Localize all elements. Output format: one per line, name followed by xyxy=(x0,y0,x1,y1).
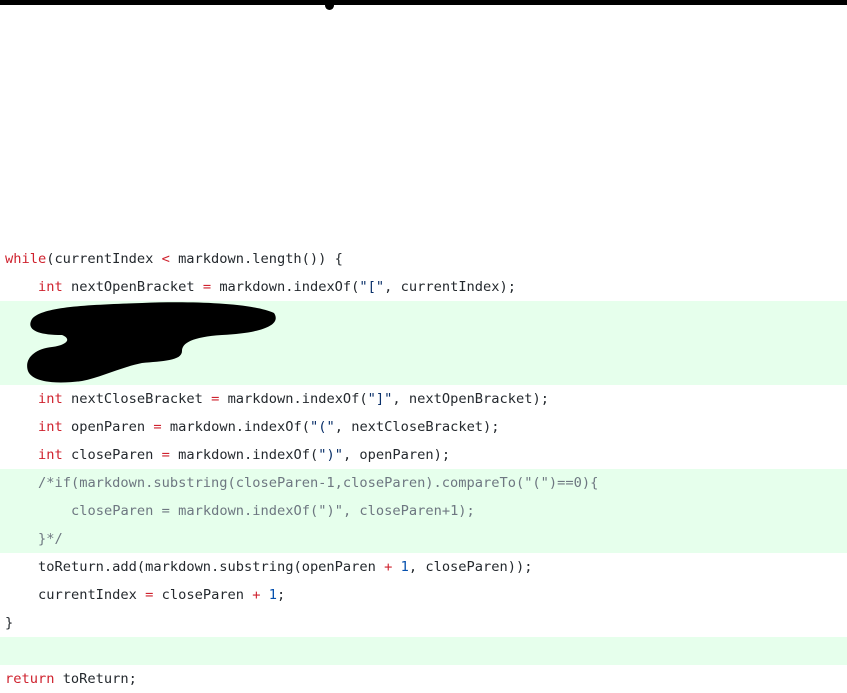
operator-token: < xyxy=(161,251,170,267)
code-token: ; xyxy=(277,587,286,603)
top-border xyxy=(0,0,847,5)
code-line-added xyxy=(0,637,847,665)
operator-token: = xyxy=(153,419,162,435)
keyword-token: int xyxy=(38,419,63,435)
code-token: markdown.indexOf( xyxy=(219,391,368,407)
code-token: , nextOpenBracket); xyxy=(392,391,549,407)
keyword-token: int xyxy=(38,279,63,295)
keyword-token: int xyxy=(38,447,63,463)
number-token: 1 xyxy=(400,559,409,575)
code-line-added: }*/ xyxy=(0,525,847,553)
operator-token: + xyxy=(252,587,261,603)
code-token: closeParen xyxy=(62,447,162,463)
code-token: markdown.indexOf( xyxy=(169,447,319,463)
code-token: (currentIndex xyxy=(46,251,162,267)
code-token: currentIndex xyxy=(38,587,146,603)
code-line: } xyxy=(0,609,847,637)
code-token: nextOpenBracket xyxy=(62,279,203,295)
keyword-token: while xyxy=(5,251,47,267)
comment-token: }*/ xyxy=(38,531,63,547)
keyword-token: return xyxy=(5,671,55,687)
code-token: markdown.indexOf( xyxy=(161,419,310,435)
code-token: , currentIndex); xyxy=(384,279,517,295)
string-token: "(" xyxy=(309,419,335,435)
code-line: return toReturn; xyxy=(0,665,847,693)
code-token: , nextCloseBracket); xyxy=(334,419,500,435)
code-token: markdown.indexOf( xyxy=(211,279,360,295)
code-line: int closeParen = markdown.indexOf(")", o… xyxy=(0,441,847,469)
code-token: markdown.length()) { xyxy=(169,251,343,267)
code-line: toReturn.add(markdown.substring(openPare… xyxy=(0,553,847,581)
number-token: 1 xyxy=(268,587,278,603)
string-token: "]" xyxy=(367,391,393,407)
keyword-token: int xyxy=(38,391,63,407)
string-token: ")" xyxy=(318,447,343,463)
code-token: toReturn.add(markdown.substring(openPare… xyxy=(38,559,385,575)
string-token: "[" xyxy=(359,279,385,295)
code-token: , openParen); xyxy=(342,447,451,463)
code-token: nextCloseBracket xyxy=(62,391,212,407)
resize-handle[interactable] xyxy=(325,1,334,10)
code-token: toReturn; xyxy=(54,671,137,687)
code-token: closeParen xyxy=(153,587,253,603)
redaction-scribble xyxy=(27,302,276,383)
code-line: int openParen = markdown.indexOf("(", ne… xyxy=(0,413,847,441)
code-line: while(currentIndex < markdown.length()) … xyxy=(0,245,847,273)
comment-token: closeParen = markdown.indexOf(")", close… xyxy=(71,503,475,519)
comment-token: /*if(markdown.substring(closeParen-1,clo… xyxy=(38,475,599,491)
code-line-added: /*if(markdown.substring(closeParen-1,clo… xyxy=(0,469,847,497)
code-line: int nextOpenBracket = markdown.indexOf("… xyxy=(0,273,847,301)
operator-token: = xyxy=(202,279,212,295)
code-line: currentIndex = closeParen + 1; xyxy=(0,581,847,609)
operator-token: = xyxy=(161,447,170,463)
code-token: , closeParen)); xyxy=(408,559,533,575)
code-line-added: closeParen = markdown.indexOf(")", close… xyxy=(0,497,847,525)
code-line: int nextCloseBracket = markdown.indexOf(… xyxy=(0,385,847,413)
code-token: } xyxy=(5,615,14,631)
code-token: openParen xyxy=(62,419,154,435)
